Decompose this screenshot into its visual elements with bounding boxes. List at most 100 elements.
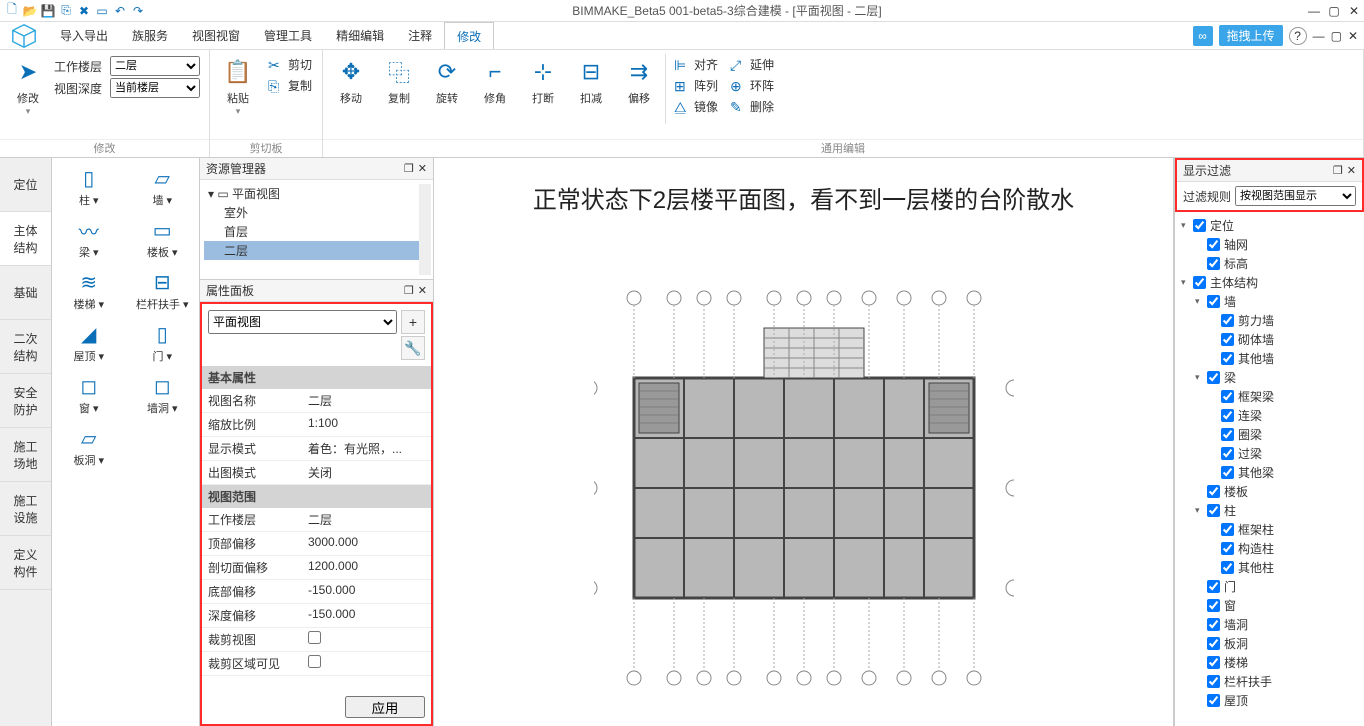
offset-button[interactable]: ⇉偏移 [617, 54, 661, 108]
delete-button[interactable]: ✎删除 [726, 96, 778, 117]
filter-node[interactable]: 墙洞 [1177, 615, 1362, 634]
filter-node[interactable]: 窗 [1177, 596, 1362, 615]
palette-item[interactable]: ◻墙洞 ▾ [126, 366, 200, 418]
prop-row[interactable]: 缩放比例1:100 [202, 413, 431, 437]
filter-checkbox[interactable] [1221, 447, 1234, 460]
filter-checkbox[interactable] [1207, 504, 1220, 517]
browser-tree[interactable]: ▾ ▭ 平面视图 室外 首层 二层 [200, 180, 433, 280]
filter-checkbox[interactable] [1207, 694, 1220, 707]
mdi-restore-icon[interactable]: ▢ [1331, 29, 1342, 43]
tree-node[interactable]: 首层 [204, 222, 429, 241]
scrollbar[interactable] [419, 184, 431, 275]
filter-checkbox[interactable] [1207, 580, 1220, 593]
filter-node[interactable]: 轴网 [1177, 235, 1362, 254]
help-icon[interactable]: ? [1289, 27, 1307, 45]
filter-node[interactable]: 框架柱 [1177, 520, 1362, 539]
palette-item[interactable]: ≋楼梯 ▾ [52, 262, 126, 314]
filter-checkbox[interactable] [1207, 257, 1220, 270]
mirror-button[interactable]: ⧋镜像 [670, 96, 722, 117]
new-icon[interactable]: 🗋 [4, 3, 20, 19]
viewport[interactable]: 正常状态下2层楼平面图，看不到一层楼的台阶散水 [434, 158, 1174, 726]
add-type-button[interactable]: + [401, 310, 425, 334]
filter-checkbox[interactable] [1221, 390, 1234, 403]
left-tab[interactable]: 定位 [0, 158, 51, 212]
filter-checkbox[interactable] [1193, 219, 1206, 232]
sheet-icon[interactable]: ▭ [94, 3, 110, 19]
app-logo[interactable] [0, 22, 48, 50]
apply-button[interactable]: 应用 [345, 696, 425, 718]
prop-row[interactable]: 深度偏移-150.000 [202, 604, 431, 628]
filter-node[interactable]: 楼梯 [1177, 653, 1362, 672]
filter-checkbox[interactable] [1221, 561, 1234, 574]
prop-row[interactable]: 工作楼层二层 [202, 508, 431, 532]
filter-node[interactable]: 其他墙 [1177, 349, 1362, 368]
tree-root[interactable]: ▾ ▭ 平面视图 [204, 184, 429, 203]
palette-item[interactable]: ▱墙 ▾ [126, 158, 200, 210]
trim-button[interactable]: ⊟扣减 [569, 54, 613, 108]
tab-manage[interactable]: 管理工具 [252, 22, 324, 49]
redo-icon[interactable]: ↷ [130, 3, 146, 19]
prop-row[interactable]: 视图名称二层 [202, 389, 431, 413]
break-button[interactable]: ⊹打断 [521, 54, 565, 108]
array-button[interactable]: ⊞阵列 [670, 75, 722, 96]
rotate-button[interactable]: ⟳旋转 [425, 54, 469, 108]
filter-checkbox[interactable] [1207, 656, 1220, 669]
align-button[interactable]: ⊫对齐 [670, 54, 722, 75]
filter-checkbox[interactable] [1207, 618, 1220, 631]
tab-modify[interactable]: 修改 [444, 22, 494, 49]
left-tab[interactable]: 施工设施 [0, 482, 51, 536]
filter-checkbox[interactable] [1221, 428, 1234, 441]
prop-type-select[interactable]: 平面视图 [208, 310, 397, 334]
tree-node[interactable]: 室外 [204, 203, 429, 222]
mdi-close-icon[interactable]: ✕ [1348, 29, 1358, 43]
prop-row[interactable]: 剖切面偏移1200.000 [202, 556, 431, 580]
filter-node[interactable]: 门 [1177, 577, 1362, 596]
filter-node[interactable]: 圈梁 [1177, 425, 1362, 444]
tab-view[interactable]: 视图视窗 [180, 22, 252, 49]
tab-annotate[interactable]: 注释 [396, 22, 444, 49]
filter-checkbox[interactable] [1207, 675, 1220, 688]
prop-row[interactable]: 底部偏移-150.000 [202, 580, 431, 604]
filter-checkbox[interactable] [1221, 352, 1234, 365]
filter-checkbox[interactable] [1221, 314, 1234, 327]
filter-node[interactable]: 楼板 [1177, 482, 1362, 501]
filter-rule-select[interactable]: 按视图范围显示 [1235, 186, 1356, 206]
dock-icon[interactable]: ❐ [404, 284, 414, 297]
open-icon[interactable]: 📂 [22, 3, 38, 19]
tab-family[interactable]: 族服务 [120, 22, 180, 49]
palette-item[interactable]: ▯门 ▾ [126, 314, 200, 366]
prop-row[interactable]: 顶部偏移3000.000 [202, 532, 431, 556]
panel-close-icon[interactable]: ✕ [418, 284, 427, 297]
close-file-icon[interactable]: ✖ [76, 3, 92, 19]
filter-node[interactable]: 栏杆扶手 [1177, 672, 1362, 691]
cloud-icon[interactable]: ∞ [1193, 26, 1213, 46]
edit-type-button[interactable]: 🔧 [401, 336, 425, 360]
copy-button[interactable]: ⎘复制 [264, 75, 316, 96]
filter-node[interactable]: ▾墙 [1177, 292, 1362, 311]
filter-node[interactable]: 砌体墙 [1177, 330, 1362, 349]
filter-node[interactable]: 其他柱 [1177, 558, 1362, 577]
filter-node[interactable]: ▾柱 [1177, 501, 1362, 520]
filter-checkbox[interactable] [1207, 295, 1220, 308]
left-tab[interactable]: 二次结构 [0, 320, 51, 374]
tree-node-selected[interactable]: 二层 [204, 241, 429, 260]
palette-item[interactable]: ▭楼板 ▾ [126, 210, 200, 262]
dock-icon[interactable]: ❐ [404, 162, 414, 175]
mdi-minimize-icon[interactable]: — [1313, 29, 1325, 43]
save-icon[interactable]: 💾 [40, 3, 56, 19]
panel-close-icon[interactable]: ✕ [418, 162, 427, 175]
tab-edit[interactable]: 精细编辑 [324, 22, 396, 49]
filter-tree[interactable]: ▾定位轴网标高▾主体结构▾墙剪力墙砌体墙其他墙▾梁框架梁连梁圈梁过梁其他梁楼板▾… [1175, 212, 1364, 726]
saveas-icon[interactable]: ⎘ [58, 3, 74, 19]
filter-node[interactable]: 标高 [1177, 254, 1362, 273]
prop-row[interactable]: 显示模式着色：有光照，... [202, 437, 431, 461]
corner-button[interactable]: ⌐修角 [473, 54, 517, 108]
extend-button[interactable]: ⤢延伸 [726, 54, 778, 75]
filter-node[interactable]: 过梁 [1177, 444, 1362, 463]
left-tab[interactable]: 基础 [0, 266, 51, 320]
palette-item[interactable]: ⊟栏杆扶手 ▾ [126, 262, 200, 314]
left-tab[interactable]: 主体结构 [0, 212, 51, 266]
tab-import[interactable]: 导入导出 [48, 22, 120, 49]
filter-checkbox[interactable] [1221, 409, 1234, 422]
palette-item[interactable]: ▱板洞 ▾ [52, 418, 126, 470]
